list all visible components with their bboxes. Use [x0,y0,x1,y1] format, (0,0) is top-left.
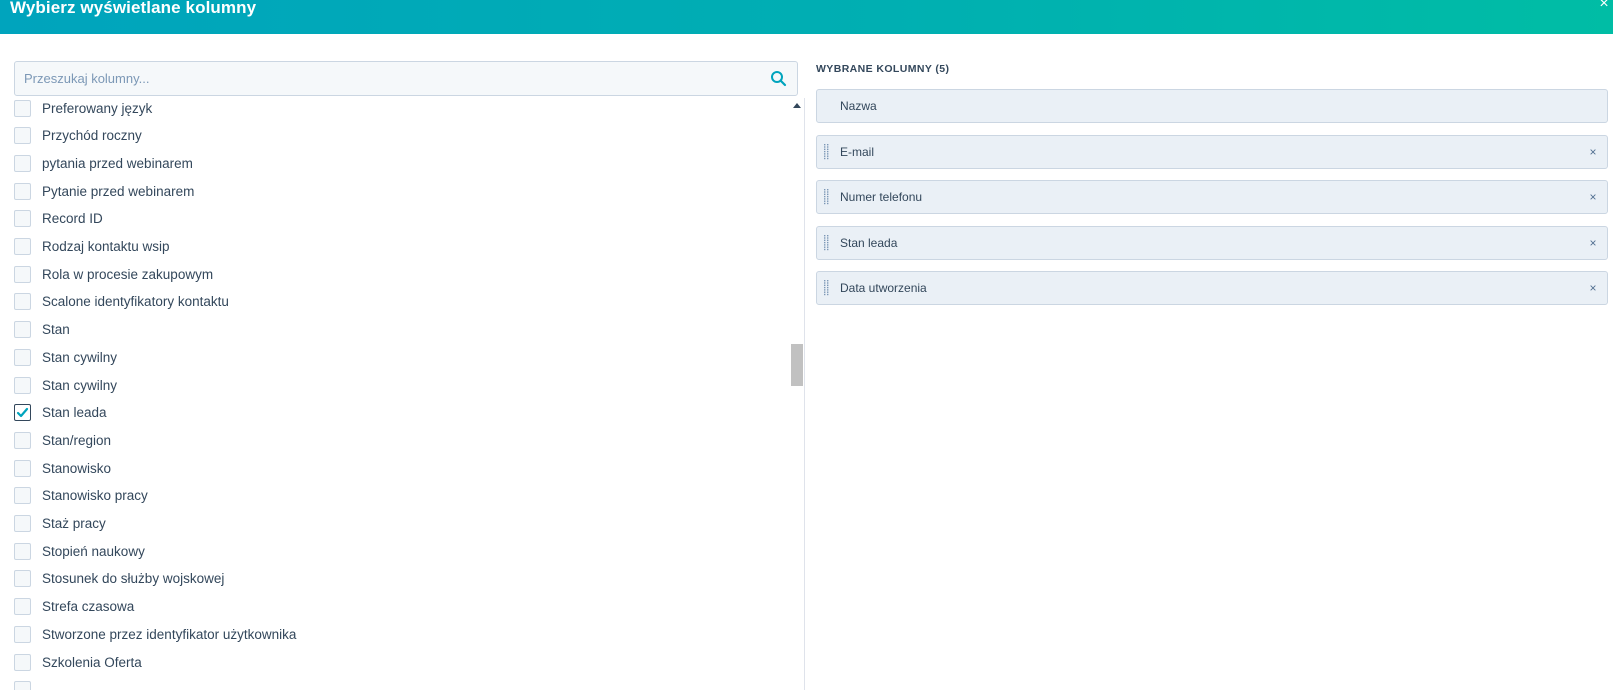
column-option[interactable]: Przychód roczny [14,125,774,147]
selected-column-item[interactable]: Numer telefonu × [816,180,1608,214]
column-option-label: Preferowany język [42,100,153,116]
checkbox[interactable] [14,515,31,532]
column-option-label: Pytanie przed webinarem [42,183,195,199]
search-icon[interactable] [770,70,787,87]
column-option-label: Scalone identyfikatory kontaktu [42,294,229,310]
column-option[interactable]: Stan cywilny [14,374,774,396]
checkbox[interactable] [14,99,31,117]
column-option[interactable]: Rodzaj kontaktu wsip [14,236,774,258]
checkbox[interactable] [14,653,31,671]
column-option[interactable]: Pytanie przed webinarem [14,180,774,202]
remove-column-icon[interactable]: × [1587,190,1599,204]
checkbox[interactable] [14,570,31,588]
checkbox[interactable] [14,376,31,394]
column-option[interactable]: Stworzone przez identyfikator użytkownik… [14,623,774,645]
column-option-label: Stan [42,322,70,338]
checkbox[interactable] [14,348,31,366]
checkbox[interactable] [14,598,31,616]
column-option-label: pytania przed webinarem [42,155,193,171]
checkbox[interactable] [14,127,31,145]
column-option[interactable]: Preferowany język [14,98,774,119]
selected-columns-title: WYBRANE KOLUMNY (5) [816,63,950,75]
selected-column-label: Nazwa [840,99,877,113]
dialog-header: Wybierz wyświetlane kolumny × [0,0,1613,34]
column-option[interactable]: Stosunek do służby wojskowej [14,568,774,590]
panel-divider [804,98,805,690]
checkbox[interactable] [14,431,31,449]
column-option[interactable]: Stan leada [14,402,774,424]
column-option-label: Record ID [42,211,103,227]
column-option[interactable]: Stopień naukowy [14,540,774,562]
checkbox[interactable] [14,238,31,255]
scroll-up-arrow-icon[interactable] [793,103,801,108]
checkbox[interactable] [14,182,31,200]
checkbox[interactable] [14,210,31,228]
column-option-label: Stanowisko [42,460,112,476]
checkbox[interactable] [14,154,31,172]
column-option-label: Szkolenia Oferta [42,654,142,670]
available-columns-list[interactable]: Preferowany język Przychód roczny pytania … [14,98,804,690]
column-option[interactable]: Stanowisko [14,457,774,479]
search-input[interactable] [24,62,764,95]
column-option-label: Stanowisko pracy [42,488,148,504]
column-option[interactable] [14,679,774,690]
column-option[interactable]: Stanowisko pracy [14,485,774,507]
selected-column-label: Numer telefonu [840,190,923,204]
drag-handle-icon[interactable] [824,280,830,296]
column-option[interactable]: Strefa czasowa [14,596,774,618]
checkbox[interactable] [14,321,31,339]
column-option[interactable]: Record ID [14,208,774,230]
column-option[interactable]: Rola w procesie zakupowym [14,263,774,285]
column-option[interactable]: Szkolenia Oferta [14,651,774,673]
column-option-label: Przychód roczny [42,128,142,144]
checkbox[interactable] [14,459,31,477]
column-option-label: Stosunek do służby wojskowej [42,571,225,587]
selected-column-item[interactable]: Stan leada × [816,225,1608,260]
column-option-label: Staż pracy [42,516,106,531]
column-option-label: Stan/region [42,432,112,448]
column-option[interactable]: pytania przed webinarem [14,152,774,174]
selected-column-label: Stan leada [840,235,898,250]
column-option-label: Stan cywilny [42,349,118,365]
column-option[interactable]: Scalone identyfikatory kontaktu [14,291,774,313]
column-option[interactable]: Stan [14,319,774,341]
scrollbar[interactable] [790,98,804,690]
checkbox[interactable] [14,265,31,283]
checkbox[interactable] [14,542,31,560]
checkbox[interactable] [14,293,31,311]
column-option-label: Strefa czasowa [42,599,135,615]
drag-handle-icon[interactable] [824,234,830,251]
selected-column-item[interactable]: Data utworzenia × [816,271,1608,305]
column-option[interactable]: Stan/region [14,429,774,451]
column-option-label: Rodzaj kontaktu wsip [42,239,170,254]
search-field[interactable] [14,61,798,96]
column-option-label: Stan leada [42,405,107,421]
column-option[interactable]: Staż pracy [14,513,774,535]
dialog-title: Wybierz wyświetlane kolumny [10,0,257,17]
close-icon[interactable]: × [1597,0,1611,14]
checkbox[interactable] [14,487,31,505]
remove-column-icon[interactable]: × [1587,281,1599,295]
column-option-label: Rola w procesie zakupowym [42,266,214,282]
selected-column-item[interactable]: E-mail × [816,134,1608,169]
checkbox[interactable] [14,625,31,643]
checkbox-checked[interactable] [14,404,31,422]
column-option-label: Stan cywilny [42,377,118,393]
column-option-label: Stopień naukowy [42,543,145,559]
selected-column-label: E-mail [840,144,875,159]
checkmark-icon [16,408,29,418]
checkbox[interactable] [14,681,31,690]
remove-column-icon[interactable]: × [1587,145,1599,159]
column-option-label: Stworzone przez identyfikator użytkownik… [42,626,297,642]
column-option[interactable]: Stan cywilny [14,346,774,368]
scrollbar-thumb[interactable] [791,344,803,386]
selected-column-label: Data utworzenia [840,281,927,295]
remove-column-icon[interactable]: × [1587,236,1599,250]
drag-handle-icon[interactable] [824,189,830,205]
drag-handle-icon[interactable] [824,143,830,160]
selected-column-item: Nazwa [816,89,1608,123]
